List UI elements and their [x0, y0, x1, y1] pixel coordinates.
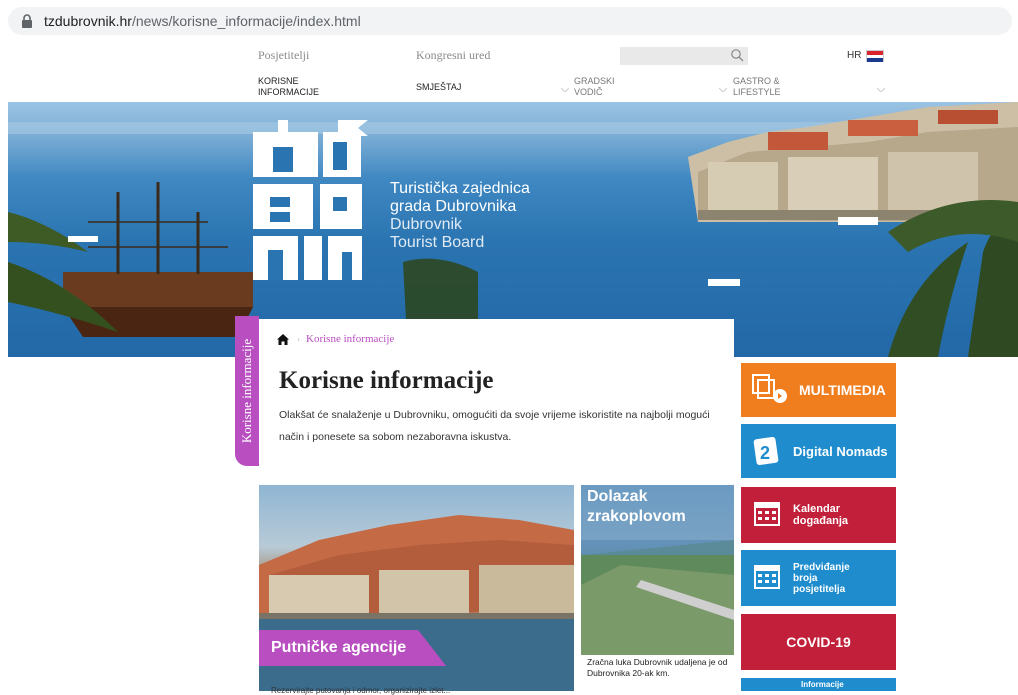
croatian-flag-icon[interactable] — [866, 50, 884, 62]
lock-icon — [22, 14, 32, 28]
logo-line: Dubrovnik — [390, 216, 463, 233]
side-tab-label: Korisne informacije — [239, 338, 254, 444]
multimedia-label: MULTIMEDIA — [799, 382, 886, 398]
information-tile[interactable]: Informacije — [741, 678, 896, 691]
calendar-icon — [754, 502, 780, 526]
logo-line: grada Dubrovnika — [390, 198, 517, 215]
digital-nomads-label: Digital Nomads — [793, 443, 888, 459]
search-icon[interactable] — [730, 48, 744, 62]
nav-line: KORISNE — [258, 76, 299, 86]
tile-line: broja — [793, 572, 818, 584]
covid-19-tile[interactable]: COVID-19 — [741, 614, 896, 670]
multimedia-icon — [752, 374, 787, 403]
search-input[interactable] — [620, 47, 748, 65]
visitors-link[interactable]: Posjetitelji — [258, 48, 309, 63]
logo-line: Turistička zajednica — [390, 180, 530, 197]
breadcrumb-separator-icon: › — [297, 334, 300, 344]
chevron-down-icon — [561, 88, 569, 92]
language-selector[interactable]: HR — [847, 50, 861, 61]
covid-19-label: COVID-19 — [786, 634, 851, 650]
arrival-by-plane-card[interactable]: Dolazak zrakoplovom — [581, 485, 734, 655]
breadcrumb: › Korisne informacije — [277, 333, 394, 345]
arrival-by-plane-title: Dolazak zrakoplovom — [587, 487, 686, 527]
home-icon[interactable] — [277, 333, 289, 345]
tile-line: Predviđanje — [793, 561, 850, 573]
nav-smjestaj[interactable]: SMJEŠTAJ — [416, 82, 461, 93]
page-intro: Olakšat će snalaženje u Dubrovniku, omog… — [279, 409, 710, 443]
url-path: /news/korisne_informacije/index.html — [131, 13, 361, 29]
event-calendar-label: Kalendar događanja — [793, 503, 848, 527]
chevron-down-icon — [877, 88, 885, 92]
nav-line: VODIČ — [574, 87, 603, 97]
arrival-by-plane-description: Zračna luka Dubrovnik udaljena je od Dub… — [587, 657, 728, 678]
nav-line: INFORMACIJE — [258, 87, 320, 97]
tile-line: posjetitelja — [793, 583, 846, 595]
tile-line: događanja — [793, 515, 849, 527]
chevron-down-icon — [719, 88, 727, 92]
nav-line: SMJEŠTAJ — [416, 82, 462, 92]
address-field[interactable]: tzdubrovnik.hr/news/korisne_informacije/… — [8, 7, 1012, 35]
information-label: Informacije — [801, 680, 844, 689]
nav-korisne-informacije[interactable]: KORISNE INFORMACIJE — [258, 76, 319, 98]
calendar-grid-icon — [754, 565, 780, 589]
congress-office-link[interactable]: Kongresni ured — [416, 48, 490, 63]
travel-agencies-label[interactable]: Putničke agencije — [259, 630, 447, 666]
svg-text:2: 2 — [760, 443, 770, 463]
tourist-board-logo-text: Turistička zajednica grada Dubrovnika Du… — [390, 180, 530, 252]
breadcrumb-current[interactable]: Korisne informacije — [306, 333, 394, 345]
nav-line: GRADSKI — [574, 76, 615, 86]
logo-line: Tourist Board — [390, 234, 485, 251]
page-title: Korisne informacije — [279, 367, 494, 394]
digital-nomads-icon: 2 — [753, 436, 779, 466]
title-line: zrakoplovom — [587, 508, 686, 525]
nav-gradski-vodic[interactable]: GRADSKI VODIČ — [574, 76, 615, 98]
travel-agencies-card[interactable]: Putničke agencije — [259, 485, 574, 691]
multimedia-tile[interactable]: MULTIMEDIA — [741, 363, 896, 417]
event-calendar-tile[interactable]: Kalendar događanja — [741, 487, 896, 543]
nav-line: GASTRO & — [733, 76, 780, 86]
visitor-forecast-tile[interactable]: Predviđanje broja posjetitelja — [741, 550, 896, 606]
nav-line: LIFESTYLE — [733, 87, 781, 97]
nav-gastro-lifestyle[interactable]: GASTRO & LIFESTYLE — [733, 76, 781, 98]
url-domain: tzdubrovnik.hr — [44, 13, 132, 29]
browser-url-bar: tzdubrovnik.hr/news/korisne_informacije/… — [0, 0, 1018, 41]
main-content: › Korisne informacije Korisne informacij… — [259, 319, 734, 695]
title-line: Dolazak — [587, 488, 648, 505]
tile-line: Kalendar — [793, 503, 841, 515]
digital-nomads-tile[interactable]: 2 Digital Nomads — [741, 424, 896, 478]
visitor-forecast-label: Predviđanje broja posjetitelja — [793, 562, 850, 595]
